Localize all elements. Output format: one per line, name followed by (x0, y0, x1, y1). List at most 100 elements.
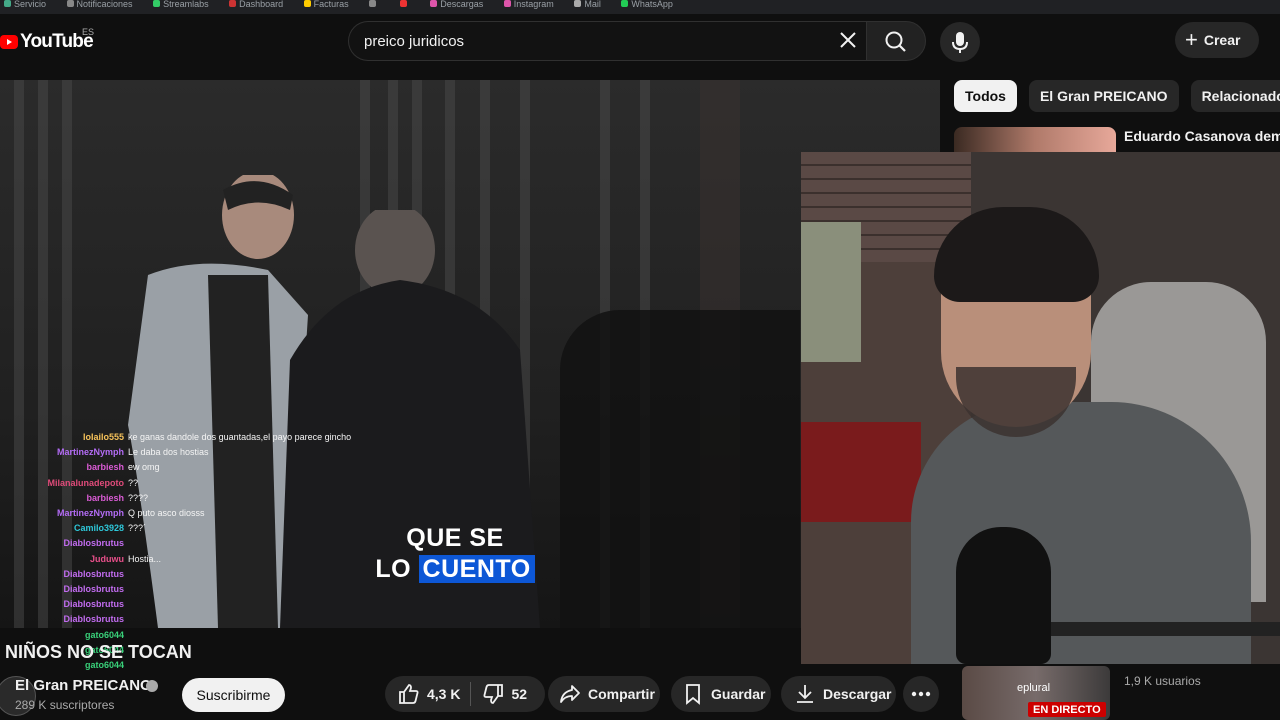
bookmarks-bar: Servicio Notificaciones Streamlabs Dashb… (0, 0, 1280, 14)
chat-message: MartinezNymph Le daba dos hostias (0, 445, 420, 460)
chat-username: Camilo3928 (73, 523, 124, 534)
chat-message: loIailo555 ke ganas dandole dos guantadas… (0, 430, 420, 445)
search-button[interactable] (866, 21, 926, 61)
chat-message: Milanalunadepoto?? (0, 476, 420, 491)
chat-username: Diablosbrutus (63, 614, 124, 625)
verified-icon (146, 680, 158, 692)
plus-icon: + (1185, 27, 1198, 52)
recommended-title[interactable]: Eduardo Casanova deman (1124, 128, 1280, 144)
chat-username: barbiesh (86, 492, 124, 503)
recommended-thumbnail[interactable] (954, 127, 1116, 153)
bookmark-item[interactable]: Streamlabs (153, 0, 209, 9)
country-code: ES (82, 27, 95, 37)
chat-text: ???´ (128, 523, 147, 534)
like-count: 4,3 K (427, 686, 461, 702)
bookmark-item[interactable]: Servicio (4, 0, 46, 9)
like-button[interactable]: 4,3 K (397, 682, 460, 706)
create-button[interactable]: + Crear (1175, 22, 1259, 58)
chat-text: ?? (128, 477, 139, 488)
save-label: Guardar (711, 686, 766, 702)
bookmark-item[interactable]: Dashboard (229, 0, 283, 9)
chat-username: Diablosbrutus (63, 568, 124, 579)
chat-text: ???? (128, 492, 149, 503)
chat-message: Diablosbrutus (0, 597, 420, 612)
bookmark-item[interactable]: Instagram (503, 0, 554, 9)
voice-search-button[interactable] (940, 22, 980, 62)
bookmark-item[interactable]: WhatsApp (621, 0, 673, 9)
masthead: YouTube ES preico juridicos + Crear (0, 14, 1280, 70)
video-title: NIÑOS NO SE TOCAN (5, 642, 192, 662)
bookmark-item[interactable]: Mail (574, 0, 601, 9)
create-label: Crear (1203, 32, 1241, 48)
youtube-logo[interactable]: YouTube ES (0, 27, 94, 53)
chat-username: Diablosbrutus (63, 599, 124, 610)
webcam-overlay (801, 152, 1280, 664)
chat-overlay: loIailo555 ke ganas dandole dos guantadas… (0, 430, 420, 673)
download-button[interactable]: Descargar (781, 676, 896, 712)
cam-microphone (956, 527, 1051, 664)
chip-el-gran-preicano[interactable]: El Gran PREICANO (1028, 80, 1179, 112)
chat-message: Diablosbrutus (0, 536, 420, 551)
live-label: eplural (1017, 682, 1051, 694)
cam-mic-arm (1051, 622, 1280, 636)
save-button[interactable]: Guardar (671, 676, 771, 712)
more-horizontal-icon (911, 691, 931, 697)
dislike-count: 52 (511, 686, 528, 702)
clear-search-icon[interactable] (838, 30, 858, 50)
chat-message: MartinezNymph Q puto asco diosss (0, 506, 420, 521)
chat-text: ew omg (128, 462, 160, 473)
chat-text: Hostia... (128, 553, 162, 564)
share-button[interactable]: Compartir (548, 676, 660, 712)
like-dislike-group: 4,3 K 52 (385, 676, 545, 712)
bookmark-item[interactable] (399, 0, 410, 7)
chat-message: Diablosbrutus (0, 567, 420, 582)
chip-todos[interactable]: Todos (954, 80, 1017, 112)
chat-message: Camilo3928 ???´ (0, 521, 420, 536)
search-icon (885, 31, 906, 52)
subscribe-button[interactable]: Suscribirme (182, 678, 285, 712)
chat-username: barbiesh (86, 462, 124, 473)
dislike-button[interactable]: 52 (481, 682, 527, 706)
chat-message: barbiesh???? (0, 491, 420, 506)
thumbs-down-icon (483, 684, 504, 704)
chat-message: Juduwu Hostia... (0, 552, 420, 567)
youtube-play-icon (0, 35, 18, 49)
chat-message: gato6044 (0, 628, 420, 643)
thumbs-up-icon (399, 684, 419, 704)
chat-username: Milanalunadepoto (47, 477, 125, 488)
chat-message: Diablosbrutus (0, 612, 420, 627)
share-icon (560, 685, 580, 703)
live-badge: EN DIRECTO (1028, 702, 1106, 717)
live-user-count: 1,9 K usuarios (1124, 674, 1201, 688)
caption-highlight: CUENTO (418, 555, 535, 583)
channel-name[interactable]: El Gran PREICANO (15, 677, 152, 694)
search-input[interactable]: preico juridicos (348, 21, 866, 61)
subscriber-count: 289 K suscriptores (15, 698, 115, 712)
divider (470, 682, 472, 706)
chat-text: ke ganas dandole dos guantadas,el payo p… (128, 432, 352, 442)
cam-window (801, 222, 861, 362)
chat-username: MartinezNymph (56, 508, 124, 519)
chat-message: barbiesh ew omg (0, 460, 420, 475)
chip-relacionados[interactable]: Relacionados (1190, 80, 1280, 112)
chat-username: Diablosbrutus (63, 538, 124, 549)
search-query: preico juridicos (364, 33, 465, 50)
microphone-icon (952, 32, 968, 53)
chat-username: MartinezNymph (56, 447, 124, 458)
bookmark-item[interactable]: Notificaciones (66, 0, 133, 9)
download-label: Descargar (823, 686, 892, 702)
more-actions-button[interactable] (903, 676, 939, 712)
bookmark-item[interactable] (369, 0, 379, 7)
chat-username: Juduwu (90, 553, 124, 564)
bookmark-item[interactable]: Descargas (430, 0, 483, 9)
bookmark-item[interactable]: Facturas (303, 0, 349, 9)
share-label: Compartir (588, 686, 655, 702)
filter-chips: Todos El Gran PREICANO Relacionados (954, 80, 1280, 112)
chat-username: Diablosbrutus (63, 584, 124, 595)
chat-text: Q puto asco diosss (128, 508, 205, 519)
chat-username: gato6044 (84, 629, 124, 640)
chat-text: Le daba dos hostias (128, 447, 209, 458)
bookmark-icon (686, 684, 700, 705)
cam-shelf (801, 422, 921, 522)
chat-username: loIailo555 (82, 432, 124, 442)
